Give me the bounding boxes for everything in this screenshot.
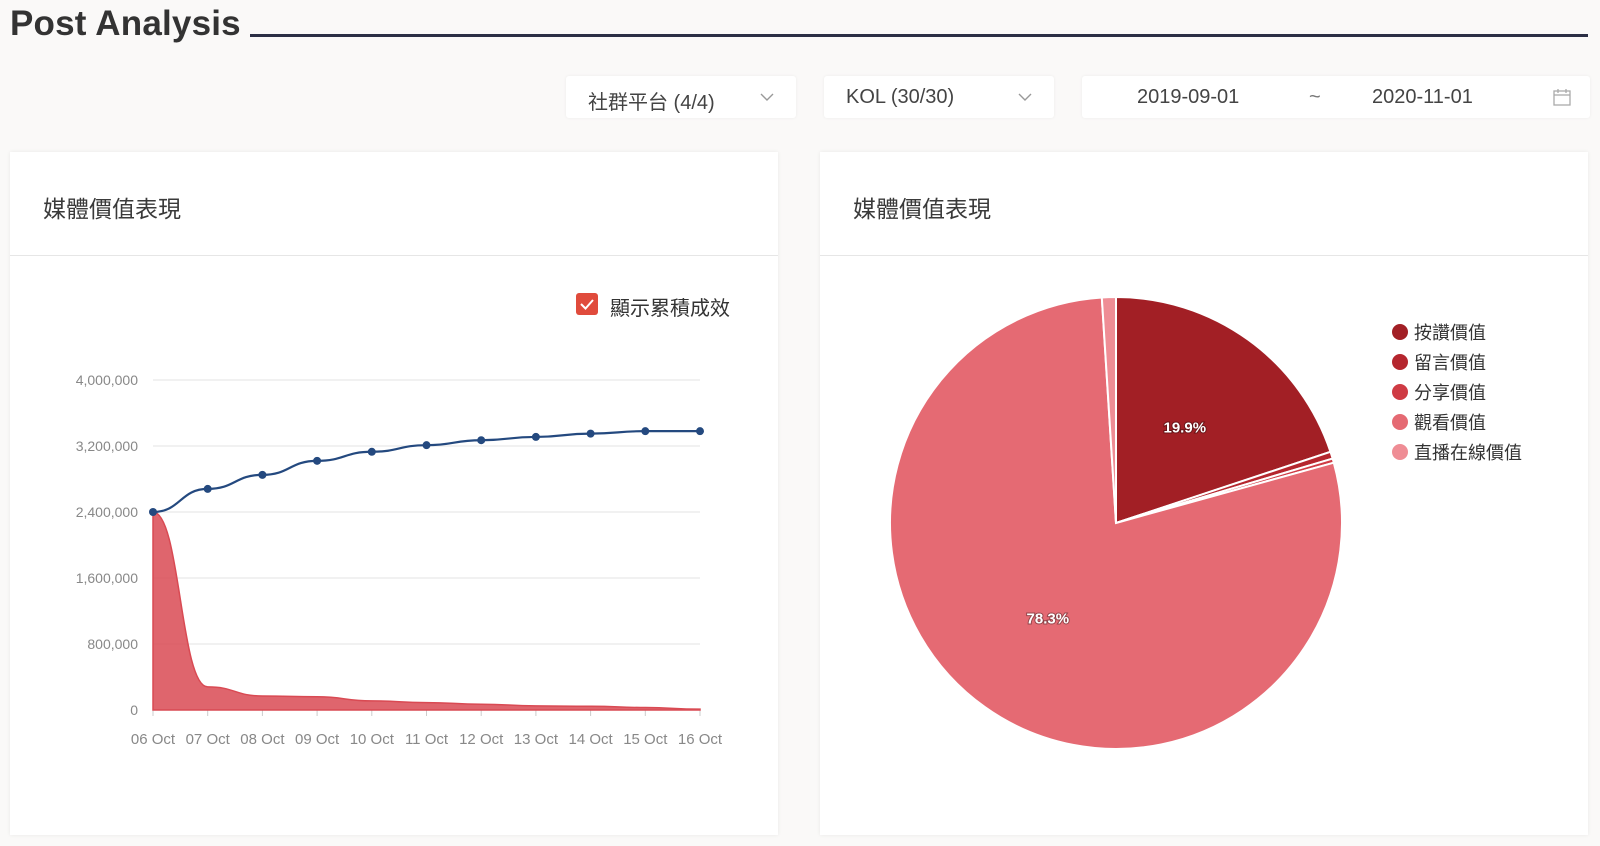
cumulative-point <box>531 432 540 441</box>
chevron-down-icon <box>1018 93 1032 101</box>
cumulative-point <box>313 456 322 465</box>
cumulative-point <box>258 470 267 479</box>
x-tick-label: 12 Oct <box>459 731 504 748</box>
platform-filter-dropdown[interactable]: 社群平台 (4/4) <box>566 76 796 118</box>
x-tick-label: 06 Oct <box>131 731 176 748</box>
cumulative-point <box>149 508 157 516</box>
y-tick-label: 1,600,000 <box>76 570 138 586</box>
cumulative-point <box>696 427 704 436</box>
media-value-trend-card: 媒體價值表現 顯示累積成效 0 800,000 1,600,000 2,400,000… <box>10 152 778 835</box>
pie-slice-label: 78.3% <box>1027 611 1070 628</box>
legend-label: 留言價值 <box>1414 353 1486 373</box>
cumulative-point <box>203 484 212 493</box>
cumulative-point <box>367 447 376 456</box>
x-tick-label: 16 Oct <box>678 731 723 748</box>
title-divider <box>250 34 1588 37</box>
legend-marker <box>1392 354 1408 370</box>
y-tick-label: 4,000,000 <box>76 372 138 388</box>
date-end[interactable]: 2020-11-01 <box>1372 86 1473 109</box>
x-tick-label: 09 Oct <box>295 731 340 748</box>
platform-filter-label: 社群平台 (4/4) <box>588 92 715 114</box>
daily-value-area <box>152 511 701 711</box>
legend-label: 分享價值 <box>1414 383 1486 403</box>
line-chart: 0 800,000 1,600,000 2,400,000 3,200,000 4,000… <box>76 372 723 748</box>
cumulative-point <box>477 436 486 445</box>
cumulative-point <box>641 427 650 436</box>
media-value-breakdown-card: 媒體價值表現 19.9% 78.3% 按讚價值 留言價值 分享價值 觀看價值 直播在線價值 <box>820 152 1588 835</box>
cumulative-point <box>422 441 431 450</box>
x-tick-label: 11 Oct <box>405 731 449 748</box>
legend-marker <box>1392 324 1408 340</box>
x-tick-label: 14 Oct <box>569 731 614 748</box>
legend-marker <box>1392 414 1408 430</box>
kol-filter-dropdown[interactable]: KOL (30/30) <box>824 76 1054 118</box>
calendar-icon[interactable] <box>1552 87 1572 107</box>
legend-marker <box>1392 384 1408 400</box>
pie-slice-label: 19.9% <box>1164 420 1207 437</box>
x-tick-label: 08 Oct <box>240 731 285 748</box>
legend-label: 觀看價值 <box>1414 413 1486 433</box>
date-separator: ~ <box>1309 86 1321 108</box>
cumulative-point <box>586 429 595 438</box>
x-tick-label: 07 Oct <box>186 731 231 748</box>
chevron-down-icon <box>760 93 774 101</box>
y-tick-label: 0 <box>130 702 138 718</box>
x-tick-label: 15 Oct <box>623 731 668 748</box>
x-tick-label: 10 Oct <box>350 731 395 748</box>
date-start[interactable]: 2019-09-01 <box>1137 86 1239 109</box>
y-tick-label: 2,400,000 <box>76 504 138 520</box>
kol-filter-label: KOL (30/30) <box>846 86 955 108</box>
x-tick-label: 13 Oct <box>514 731 559 748</box>
date-range-picker[interactable]: 2019-09-01 ~ 2020-11-01 <box>1082 76 1590 118</box>
y-tick-label: 3,200,000 <box>76 438 138 454</box>
legend-label: 直播在線價值 <box>1414 443 1522 463</box>
pie-chart: 19.9% 78.3% 按讚價值留言價值分享價值觀看價值直播在線價值 <box>889 295 1522 750</box>
y-tick-label: 800,000 <box>87 636 138 652</box>
page-title: Post Analysis <box>10 4 241 43</box>
legend-marker <box>1392 444 1408 460</box>
legend-label: 按讚價值 <box>1414 323 1486 343</box>
